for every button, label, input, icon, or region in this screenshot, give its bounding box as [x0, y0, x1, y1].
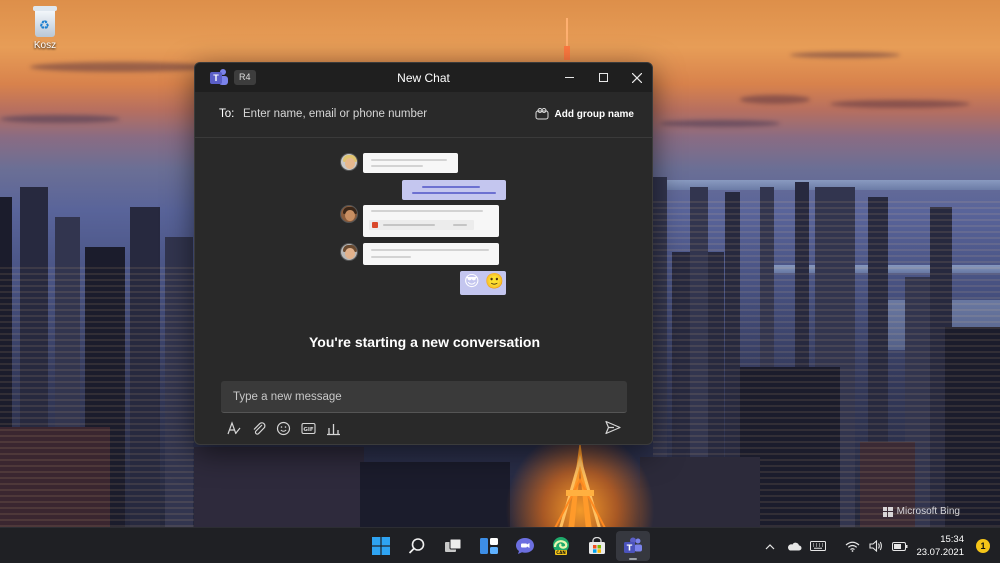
battery-icon	[892, 541, 908, 551]
windows-logo-icon	[882, 506, 893, 517]
teams-icon: T	[624, 537, 642, 553]
recycle-bin[interactable]: ♻ Kosz	[24, 4, 66, 51]
store-button[interactable]	[580, 531, 614, 561]
widgets-button[interactable]	[472, 531, 506, 561]
poll-button[interactable]	[325, 420, 341, 436]
composer-toolbar: GIF	[225, 420, 341, 436]
taskbar-apps: CAN T	[364, 531, 650, 561]
emoji-bubble: 😎 🙂	[460, 271, 506, 295]
clock[interactable]: 15:34 23.07.2021	[912, 533, 970, 559]
send-button[interactable]	[605, 420, 623, 436]
message-bubble	[402, 180, 506, 200]
format-button[interactable]	[225, 420, 241, 436]
minimize-icon	[564, 77, 574, 78]
format-icon	[226, 420, 240, 434]
group-icon	[535, 108, 549, 120]
store-icon	[589, 537, 605, 554]
onedrive-button[interactable]	[782, 528, 806, 563]
message-composer	[221, 381, 627, 413]
sunglasses-emoji: 😎	[464, 273, 480, 290]
chat-area: 😎 🙂 You're starting a new conversation	[195, 139, 652, 379]
watermark-text: Microsoft Bing	[896, 506, 960, 517]
maximize-icon	[598, 73, 608, 82]
maximize-button[interactable]	[586, 63, 620, 92]
to-label: To:	[219, 108, 235, 120]
taskbar: CAN T 15:34 23.07.2021 1	[0, 527, 1000, 563]
svg-text:GIF: GIF	[303, 427, 314, 433]
start-button[interactable]	[364, 531, 398, 561]
show-hidden-icons-button[interactable]	[758, 528, 782, 563]
avatar	[340, 153, 358, 171]
teams-chat-button[interactable]	[508, 531, 542, 561]
keyboard-icon	[810, 541, 827, 551]
task-view-icon	[445, 538, 462, 552]
battery-button[interactable]	[888, 528, 912, 563]
recipients-input[interactable]	[243, 102, 523, 126]
search-button[interactable]	[400, 531, 434, 561]
emoji-button[interactable]	[275, 420, 291, 436]
svg-text:T: T	[627, 544, 633, 553]
gif-icon: GIF	[300, 422, 316, 434]
network-button[interactable]	[840, 528, 864, 563]
message-bubble	[363, 205, 499, 237]
send-icon	[605, 420, 621, 435]
recycle-bin-label: Kosz	[33, 40, 57, 51]
message-bubble	[363, 153, 458, 173]
keyboard-button[interactable]	[806, 528, 830, 563]
clock-time: 15:34	[940, 534, 964, 545]
recycle-bin-icon: ♻	[31, 6, 59, 38]
search-icon	[408, 538, 425, 554]
system-tray: 15:34 23.07.2021 1	[758, 528, 1000, 563]
svg-text:CAN: CAN	[556, 550, 565, 555]
edge-canary-button[interactable]: CAN	[544, 531, 578, 561]
tokyo-tower-icon	[554, 440, 606, 527]
close-icon	[632, 72, 642, 83]
widgets-icon	[480, 538, 498, 554]
task-view-button[interactable]	[436, 531, 470, 561]
antenna-icon	[564, 18, 570, 60]
teams-new-chat-window: T R4 New Chat To: Add group name	[194, 62, 653, 445]
avatar	[340, 243, 358, 261]
avatar	[340, 205, 358, 223]
attach-icon	[253, 421, 265, 435]
volume-icon	[869, 540, 883, 552]
start-icon	[372, 537, 390, 555]
emoji-icon	[276, 421, 290, 435]
clock-date: 23.07.2021	[916, 547, 964, 558]
wifi-icon	[845, 541, 860, 552]
close-button[interactable]	[620, 63, 652, 92]
conversation-illustration: 😎 🙂	[340, 153, 510, 298]
add-group-name-label: Add group name	[554, 108, 634, 120]
onedrive-icon	[788, 542, 802, 551]
smile-emoji: 🙂	[485, 273, 504, 290]
teams-chat-icon	[516, 538, 534, 554]
volume-button[interactable]	[864, 528, 888, 563]
teams-button[interactable]: T	[616, 531, 650, 561]
add-group-name-button[interactable]: Add group name	[535, 108, 634, 120]
edge-canary-icon: CAN	[553, 537, 569, 555]
gif-button[interactable]: GIF	[300, 420, 316, 436]
minimize-button[interactable]	[552, 63, 586, 92]
recipients-row: To: Add group name	[195, 92, 652, 138]
bing-watermark: Microsoft Bing	[882, 506, 960, 517]
empty-state-title: You're starting a new conversation	[308, 334, 540, 350]
message-input[interactable]	[221, 381, 627, 412]
notification-badge[interactable]: 1	[976, 539, 990, 553]
chevron-up-icon	[766, 543, 775, 549]
poll-icon	[326, 423, 340, 435]
title-bar[interactable]: T R4 New Chat	[195, 63, 652, 92]
attach-button[interactable]	[250, 420, 266, 436]
message-bubble	[363, 243, 499, 265]
